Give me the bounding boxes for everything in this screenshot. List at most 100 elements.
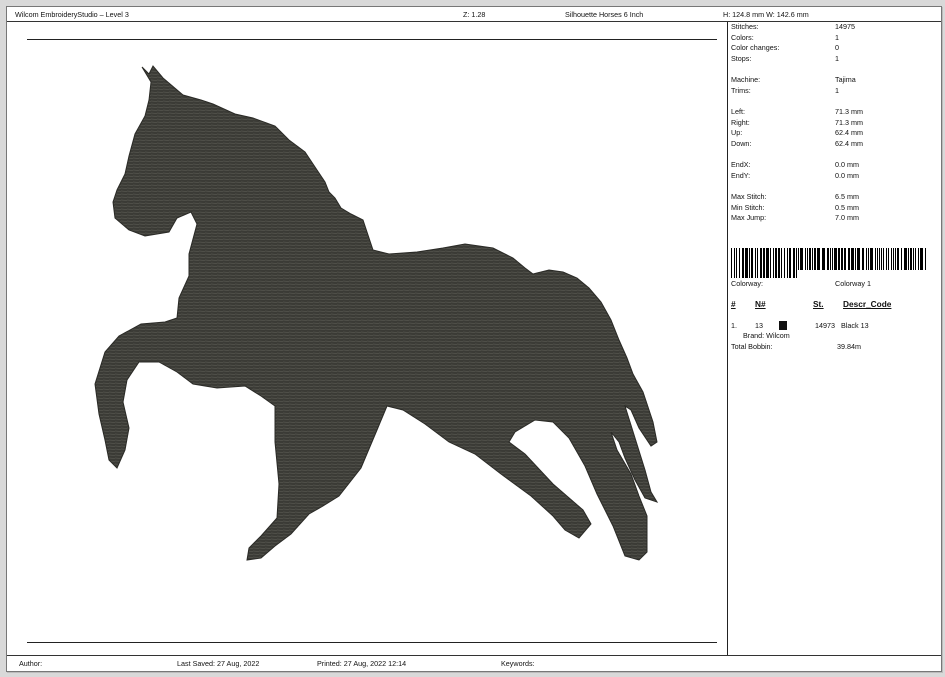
barcode-bar <box>770 248 771 278</box>
barcode-bar <box>745 248 748 278</box>
row-needle: 13 <box>755 321 763 330</box>
barcode-bar <box>739 248 740 278</box>
barcode-bar <box>883 248 884 270</box>
stat-label: Left: <box>731 107 745 116</box>
app-title: Wilcom EmbroideryStudio – Level 3 <box>15 10 129 19</box>
barcode-bar <box>893 248 894 270</box>
stat-value: 14975 <box>835 22 855 31</box>
colorway-value: Colorway 1 <box>835 279 871 288</box>
barcode-bar <box>866 248 867 270</box>
stat-value: 0.5 mm <box>835 202 859 212</box>
stat-row-colors: Colors: 1 <box>731 33 937 43</box>
barcode-bar <box>742 248 744 278</box>
stat-row-machine: Machine: Tajima <box>731 75 937 85</box>
barcode-bar <box>809 248 811 270</box>
stat-label: Down: <box>731 138 752 148</box>
design-dimensions: H: 124.8 mm W: 142.6 mm <box>723 10 809 19</box>
colorway-row: Colorway: Colorway 1 <box>731 279 937 289</box>
design-preview <box>13 22 727 656</box>
stat-value: 1 <box>835 85 839 95</box>
stat-label: EndY: <box>731 170 751 180</box>
stat-value: 0 <box>835 43 839 52</box>
barcode-bar <box>857 248 860 270</box>
barcode-bar <box>793 248 795 278</box>
barcode-bar <box>870 248 873 270</box>
barcode-bar <box>755 248 756 278</box>
barcode-bar <box>798 248 799 270</box>
barcode-bar <box>760 248 762 278</box>
barcode-bar <box>817 248 820 270</box>
stat-value: 0.0 mm <box>835 170 859 180</box>
stat-row-trims: Trims: 1 <box>731 86 937 96</box>
print-preview-sheet: Wilcom EmbroideryStudio – Level 3 Z: 1.2… <box>6 6 942 672</box>
panel-divider <box>727 22 728 656</box>
stat-value: 6.5 mm <box>835 192 859 201</box>
stat-label: Color changes: <box>731 43 780 52</box>
barcode-bar <box>812 248 813 270</box>
barcode-bar <box>904 248 907 270</box>
barcode-bar <box>879 248 880 270</box>
footer-printed: Printed: 27 Aug, 2022 12:14 <box>317 659 407 668</box>
stat-value: 1 <box>835 53 839 63</box>
stat-row-color-changes: Color changes: 0 <box>731 43 937 53</box>
stat-value: 71.3 mm <box>835 117 863 127</box>
barcode-bar <box>781 248 782 278</box>
barcode-bar <box>841 248 843 270</box>
footer-keywords: Keywords: <box>501 659 535 668</box>
total-bobbin-row: Total Bobbin: 39.84m <box>731 342 937 352</box>
stat-label: Colors: <box>731 32 754 42</box>
footer-author: Author: <box>19 659 43 668</box>
stat-value: 62.4 mm <box>835 128 863 137</box>
barcode-bar <box>913 248 914 270</box>
horse-silhouette-icon <box>94 65 659 561</box>
stats-panel: Stitches: 14975 Colors: 1 Color changes: 0 … <box>731 22 937 656</box>
barcode-icon <box>731 248 926 278</box>
barcode-bar <box>784 248 785 278</box>
stat-row-right: Right: 71.3 mm <box>731 118 937 128</box>
barcode-bar <box>886 248 887 270</box>
stat-label: Right: <box>731 117 750 127</box>
barcode-bar <box>787 248 788 278</box>
stat-row-endx: EndX: 0.0 mm <box>731 160 937 170</box>
barcode-bar <box>814 248 816 270</box>
stat-row-stops: Stops: 1 <box>731 54 937 64</box>
barcode-bar <box>888 248 889 270</box>
barcode-bar <box>920 248 923 270</box>
stat-label: Up: <box>731 128 743 137</box>
footer-bar: Author: Last Saved: 27 Aug, 2022 Printed… <box>7 655 941 671</box>
bottom-rule <box>27 642 717 643</box>
stat-row-down: Down: 62.4 mm <box>731 139 937 149</box>
col-header-index: # <box>731 299 736 309</box>
stat-label: EndX: <box>731 160 751 169</box>
barcode-bar <box>751 248 753 278</box>
barcode-bar <box>734 248 735 278</box>
barcode-bar <box>908 248 909 270</box>
stat-value: 62.4 mm <box>835 138 863 148</box>
barcode-bar <box>877 248 878 270</box>
barcode-bar <box>775 248 777 278</box>
barcode-bar <box>805 248 806 270</box>
barcode-bar <box>731 248 732 278</box>
row-stitches: 14973 <box>815 321 835 330</box>
barcode-bar <box>789 248 791 278</box>
stat-row-endy: EndY: 0.0 mm <box>731 171 937 181</box>
stat-label: Stops: <box>731 53 752 63</box>
barcode-bar <box>796 248 797 278</box>
row-index: 1. <box>731 321 737 330</box>
colorway-label: Colorway: <box>731 279 763 288</box>
barcode-bar <box>897 248 899 270</box>
row-brand: Brand: Wilcom <box>743 331 790 340</box>
total-bobbin-label: Total Bobbin: <box>731 342 773 351</box>
stat-row-max-jump: Max Jump: 7.0 mm <box>731 213 937 223</box>
barcode-bar <box>855 248 856 270</box>
stat-value: Tajima <box>835 75 856 84</box>
stat-row-left: Left: 71.3 mm <box>731 107 937 117</box>
barcode-bar <box>827 248 829 270</box>
barcode-bar <box>848 248 850 270</box>
top-rule <box>27 39 717 40</box>
barcode-bar <box>851 248 854 270</box>
barcode-bar <box>773 248 774 278</box>
barcode-bar <box>881 248 882 270</box>
stat-row-max-stitch: Max Stitch: 6.5 mm <box>731 192 937 202</box>
stat-label: Min Stitch: <box>731 202 765 212</box>
